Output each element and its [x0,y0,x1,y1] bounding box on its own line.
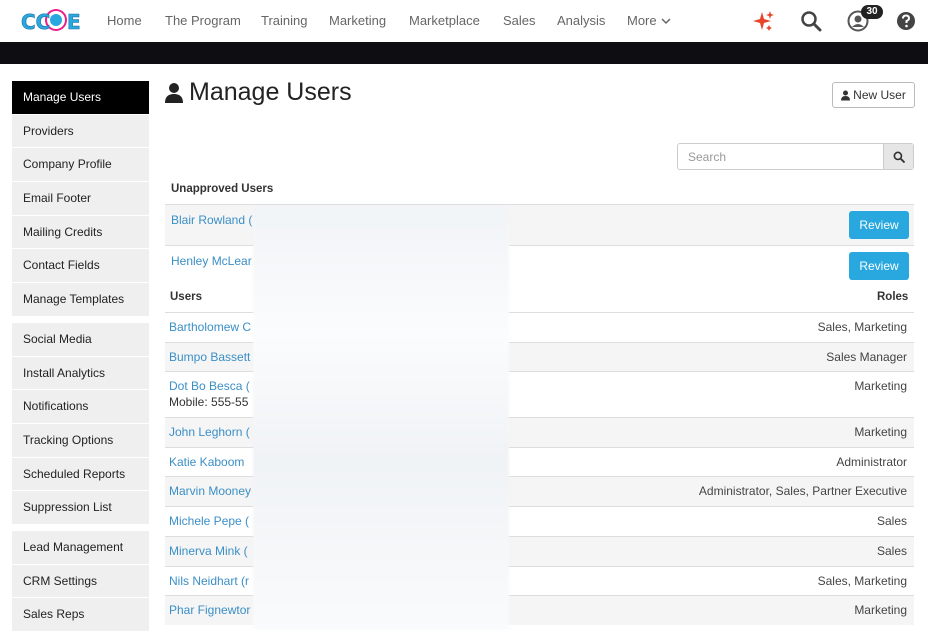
review-button[interactable]: Review [849,252,909,280]
user-roles: Marketing [854,379,907,394]
redaction-blur-overlay [253,206,509,630]
user-roles: Marketing [854,603,907,618]
sidebar-item-company-profile[interactable]: Company Profile [12,148,149,183]
header-bar [0,42,928,64]
page-title-text: Manage Users [189,78,352,106]
nav-marketplace[interactable]: Marketplace [409,13,480,28]
user-name-link[interactable]: Michele Pepe ( [169,514,249,528]
user-name-link[interactable]: Dot Bo Besca ( [169,379,250,393]
svg-text:E: E [67,10,81,34]
sidebar-item-install-analytics[interactable]: Install Analytics [12,356,149,391]
unapproved-user-name[interactable]: Henley McLear [171,254,252,268]
sidebar-item-sales-reps[interactable]: Sales Reps [12,598,149,632]
user-name-link[interactable]: Bumpo Bassett [169,350,250,364]
user-search [677,143,914,170]
user-name-link[interactable]: Katie Kaboom [169,455,244,469]
user-roles: Marketing [854,425,907,440]
search-icon[interactable] [800,10,822,32]
user-roles: Sales [876,543,907,558]
sidebar-item-lead-management[interactable]: Lead Management [12,530,149,565]
user-name-link[interactable]: Bartholomew C [169,320,251,334]
notification-badge: 30 [861,5,883,19]
svg-text:CC: CC [21,10,50,34]
user-roles: Sales Manager [826,349,907,364]
page-title: Manage Users [165,78,352,107]
roles-column-header: Roles [877,291,909,303]
search-button[interactable] [883,144,913,169]
search-icon [893,151,905,163]
help-icon[interactable] [895,10,917,32]
nav-home[interactable]: Home [107,13,142,28]
user-mobile: Mobile: 555-55 [169,395,249,410]
user-name-link[interactable]: John Leghorn ( [169,425,250,439]
new-user-label: New User [853,88,906,102]
nav-more-label: More [627,13,657,28]
nav-more[interactable]: More [627,13,671,28]
sidebar-item-manage-templates[interactable]: Manage Templates [12,283,149,317]
user-roles: Sales, Marketing [817,320,907,334]
sidebar-item-manage-users[interactable]: Manage Users [12,81,149,115]
unapproved-users-heading: Unapproved Users [171,183,274,195]
user-roles: Sales, Marketing [817,573,907,588]
sidebar-item-suppression-list[interactable]: Suppression List [12,491,149,525]
sparkle-icon[interactable] [753,10,775,32]
user-icon [841,90,851,100]
sidebar-item-mailing-credits[interactable]: Mailing Credits [12,215,149,250]
ccoe-logo[interactable]: CC E [20,6,82,36]
sidebar-item-tracking-options[interactable]: Tracking Options [12,423,149,458]
unapproved-user-name[interactable]: Blair Rowland ( [171,213,252,227]
user-name-link[interactable]: Minerva Mink ( [169,544,248,558]
nav-sales[interactable]: Sales [503,13,536,28]
sidebar-item-contact-fields[interactable]: Contact Fields [12,249,149,284]
sidebar-item-scheduled-reports[interactable]: Scheduled Reports [12,457,149,492]
search-input[interactable] [678,144,883,169]
review-button[interactable]: Review [849,211,909,239]
user-roles: Sales [876,514,907,529]
nav-training[interactable]: Training [261,13,307,28]
sidebar-item-crm-settings[interactable]: CRM Settings [12,564,149,599]
user-icon [165,82,183,103]
sidebar-item-email-footer[interactable]: Email Footer [12,182,149,216]
sidebar-item-notifications[interactable]: Notifications [12,390,149,424]
user-name-link[interactable]: Phar Fignewtor [169,603,250,617]
new-user-button[interactable]: New User [832,82,915,108]
settings-sidebar: Manage Users Providers Company Profile E… [12,81,149,632]
user-roles: Administrator, Sales, Partner Executive [698,484,907,499]
user-name-link[interactable]: Nils Neidhart (r [169,574,249,588]
chevron-down-icon [661,18,671,25]
nav-the-program[interactable]: The Program [165,13,241,28]
users-column-header: Users [170,291,202,303]
user-roles: Administrator [836,454,907,469]
sidebar-item-providers[interactable]: Providers [12,114,149,149]
sidebar-item-social-media[interactable]: Social Media [12,322,149,357]
nav-marketing[interactable]: Marketing [329,13,386,28]
user-name-link[interactable]: Marvin Mooney [169,484,251,498]
top-navigation: CC E Home The Program Training Marketing… [0,0,928,42]
nav-analysis[interactable]: Analysis [557,13,605,28]
